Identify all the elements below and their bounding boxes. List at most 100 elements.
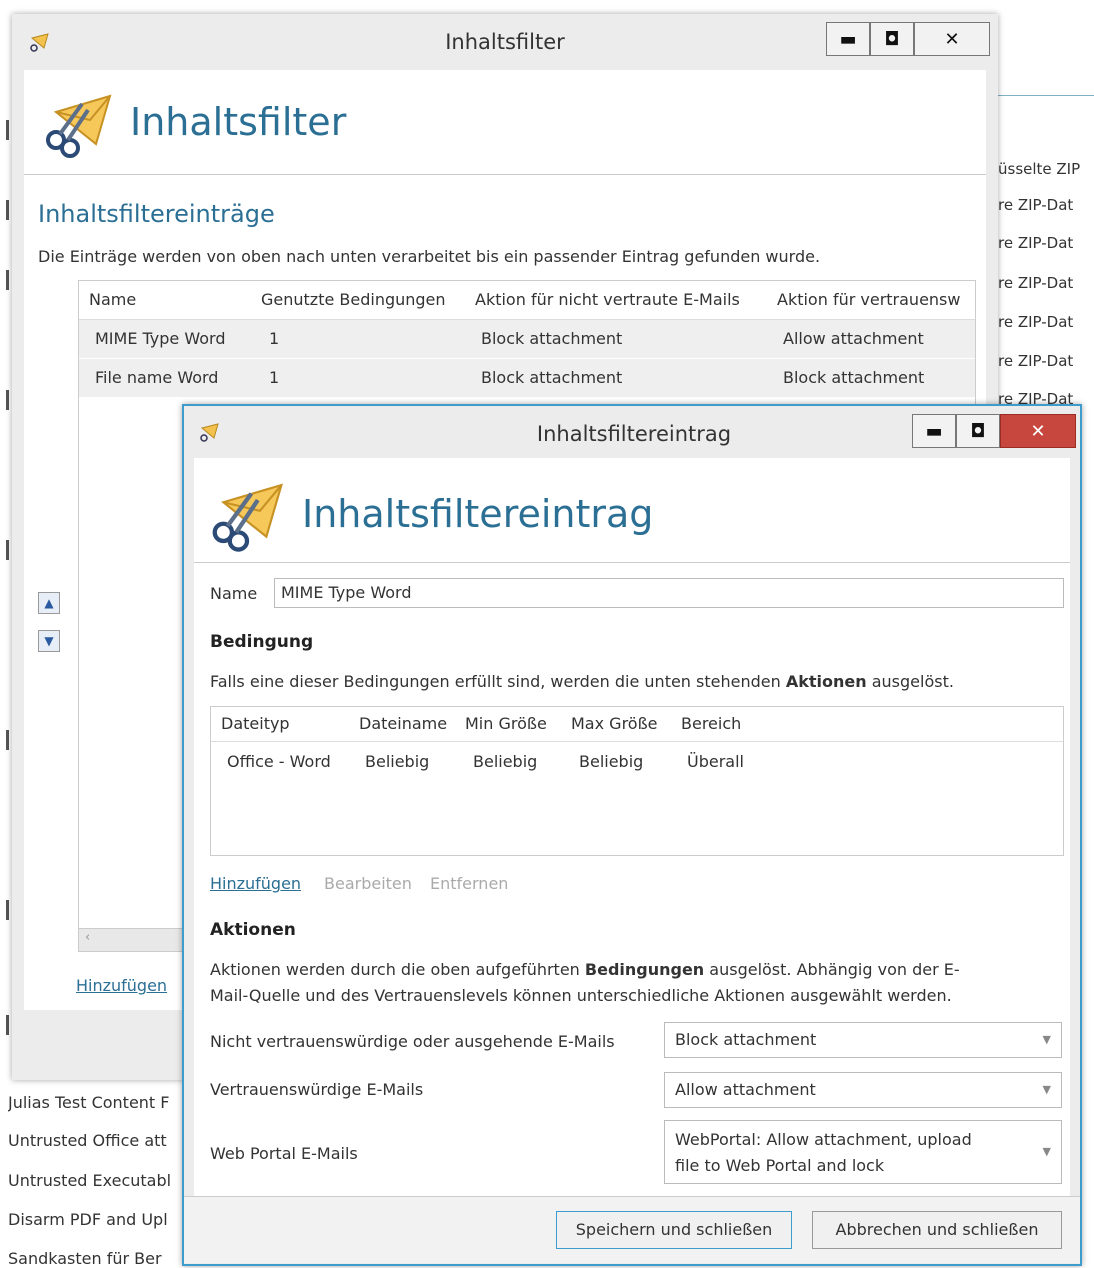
untrusted-mails-label: Nicht vertrauenswürdige oder ausgehende …	[210, 1032, 615, 1051]
column-header-min-size[interactable]: Min Größe	[465, 707, 547, 741]
maximize-button[interactable]: ◘	[956, 414, 1000, 448]
background-row: re ZIP-Dat	[998, 196, 1074, 214]
cell-trusted-action: Block attachment	[783, 368, 925, 387]
maximize-icon: ◘	[970, 420, 986, 442]
table-header: Name Genutzte Bedingungen Aktion für nic…	[79, 281, 975, 320]
edge-mark	[6, 900, 9, 920]
trusted-mails-select[interactable]: Allow attachment ▼	[664, 1072, 1062, 1108]
background-toolbar	[996, 0, 1094, 96]
cell-filename: Beliebig	[365, 752, 430, 771]
title-bar[interactable]: Inhaltsfilter ▬ ◘ ✕	[12, 14, 998, 70]
untrusted-mails-value: Block attachment	[675, 1030, 817, 1049]
dialog-title: Inhaltsfiltereintrag	[536, 422, 732, 446]
condition-desc-bold: Aktionen	[785, 672, 867, 691]
arrow-up-icon: ▲	[44, 596, 54, 610]
edge-mark	[6, 390, 9, 410]
dialog-title-bar[interactable]: Inhaltsfiltereintrag ▬ ◘ ✕	[184, 406, 1080, 462]
condition-description: Falls eine dieser Bedingungen erfüllt si…	[210, 672, 954, 691]
column-header-filename[interactable]: Dateiname	[359, 707, 447, 741]
edge-mark	[6, 270, 9, 290]
save-and-close-button[interactable]: Speichern und schließen	[556, 1211, 792, 1249]
scroll-left-icon[interactable]: ‹	[85, 930, 90, 945]
actions-desc-text: Aktionen werden durch die oben aufgeführ…	[210, 960, 585, 979]
background-left-edge	[0, 0, 12, 1080]
inhaltsfiltereintrag-dialog: Inhaltsfiltereintrag ▬ ◘ ✕ Inhaltsfilter…	[182, 404, 1082, 1266]
untrusted-mails-select[interactable]: Block attachment ▼	[664, 1022, 1062, 1058]
background-row: re ZIP-Dat	[998, 274, 1074, 292]
cell-conditions: 1	[269, 329, 280, 348]
cell-max-size: Beliebig	[579, 752, 644, 771]
web-portal-value-line2: file to Web Portal and lock	[675, 1156, 885, 1175]
close-button[interactable]: ✕	[1000, 414, 1076, 448]
column-header-trusted-action[interactable]: Aktion für vertrauensw	[777, 281, 975, 319]
background-row: re ZIP-Dat	[998, 313, 1074, 331]
cell-name: MIME Type Word	[95, 329, 226, 348]
cell-untrusted-action: Block attachment	[481, 368, 623, 387]
content-filter-logo-icon	[212, 483, 283, 552]
column-header-untrusted-action[interactable]: Aktion für nicht vertraute E-Mails	[475, 281, 777, 319]
header-area: Inhaltsfilter	[24, 70, 986, 175]
web-portal-mails-select[interactable]: WebPortal: Allow attachment, upload file…	[664, 1120, 1062, 1184]
section-description: Die Einträge werden von oben nach unten …	[38, 247, 821, 266]
chevron-down-icon: ▼	[1042, 1145, 1051, 1158]
background-row: Sandkasten für Ber	[8, 1249, 162, 1268]
close-icon: ✕	[944, 28, 960, 50]
background-row: re ZIP-Dat	[998, 352, 1074, 370]
actions-section-title: Aktionen	[210, 920, 296, 940]
minimize-button[interactable]: ▬	[826, 22, 870, 56]
edit-condition-link[interactable]: Bearbeiten	[324, 874, 412, 893]
column-header-conditions[interactable]: Genutzte Bedingungen	[261, 281, 471, 319]
add-entry-link[interactable]: Hinzufügen	[76, 976, 167, 995]
conditions-table: Dateityp Dateiname Min Größe Max Größe B…	[210, 706, 1064, 856]
close-button[interactable]: ✕	[914, 22, 990, 56]
condition-desc-text: Falls eine dieser Bedingungen erfüllt si…	[210, 672, 786, 691]
actions-desc-end: ausgelöst. Abhängig von der E-	[704, 960, 960, 979]
remove-condition-link[interactable]: Entfernen	[430, 874, 508, 893]
cancel-and-close-button[interactable]: Abbrechen und schließen	[812, 1211, 1062, 1249]
maximize-button[interactable]: ◘	[870, 22, 914, 56]
background-row: Disarm PDF and Upl	[8, 1210, 168, 1229]
name-field[interactable]: MIME Type Word	[274, 578, 1064, 608]
horizontal-scrollbar[interactable]: ‹	[79, 928, 199, 951]
name-label: Name	[210, 584, 258, 603]
add-condition-link[interactable]: Hinzufügen	[210, 874, 301, 893]
move-down-button[interactable]: ▼	[38, 630, 60, 652]
cell-trusted-action: Allow attachment	[783, 329, 924, 348]
cell-min-size: Beliebig	[473, 752, 538, 771]
close-icon: ✕	[1030, 420, 1046, 442]
background-row: re ZIP-Dat	[998, 234, 1074, 252]
column-header-filetype[interactable]: Dateityp	[221, 707, 290, 741]
table-row[interactable]: MIME Type Word 1 Block attachment Allow …	[79, 320, 975, 359]
edge-mark	[6, 200, 9, 220]
condition-section-title: Bedingung	[210, 632, 314, 652]
minimize-icon: ▬	[925, 420, 943, 442]
background-row: üsselte ZIP	[998, 160, 1081, 178]
background-row: Untrusted Office att	[8, 1131, 167, 1150]
minimize-button[interactable]: ▬	[912, 414, 956, 448]
table-row[interactable]: File name Word 1 Block attachment Block …	[79, 359, 975, 398]
content-filter-logo-icon	[46, 94, 112, 158]
background-list-left: Julias Test Content F Untrusted Office a…	[0, 1080, 200, 1268]
edge-mark	[6, 540, 9, 560]
minimize-icon: ▬	[839, 28, 857, 50]
cell-untrusted-action: Block attachment	[481, 329, 623, 348]
maximize-icon: ◘	[884, 28, 900, 50]
dialog-content: Inhaltsfiltereintrag Name MIME Type Word…	[194, 458, 1070, 1196]
cell-conditions: 1	[269, 368, 280, 387]
move-up-button[interactable]: ▲	[38, 592, 60, 614]
column-header-scope[interactable]: Bereich	[681, 707, 741, 741]
column-header-name[interactable]: Name	[89, 281, 249, 319]
chevron-down-icon: ▼	[1042, 1033, 1051, 1046]
dialog-footer: Speichern und schließen Abbrechen und sc…	[184, 1196, 1080, 1263]
actions-description-line2: Mail-Quelle und des Vertrauenslevels kön…	[210, 986, 952, 1005]
background-row: Untrusted Executabl	[8, 1171, 172, 1190]
web-portal-mails-label: Web Portal E-Mails	[210, 1144, 358, 1163]
column-header-max-size[interactable]: Max Größe	[571, 707, 658, 741]
edge-mark	[6, 1015, 9, 1035]
app-icon	[200, 423, 219, 442]
actions-desc-bold: Bedingungen	[584, 960, 705, 979]
trusted-mails-label: Vertrauenswürdige E-Mails	[210, 1080, 424, 1099]
edge-mark	[6, 730, 9, 750]
dialog-page-title: Inhaltsfiltereintrag	[302, 492, 654, 536]
page-title: Inhaltsfilter	[130, 100, 347, 144]
